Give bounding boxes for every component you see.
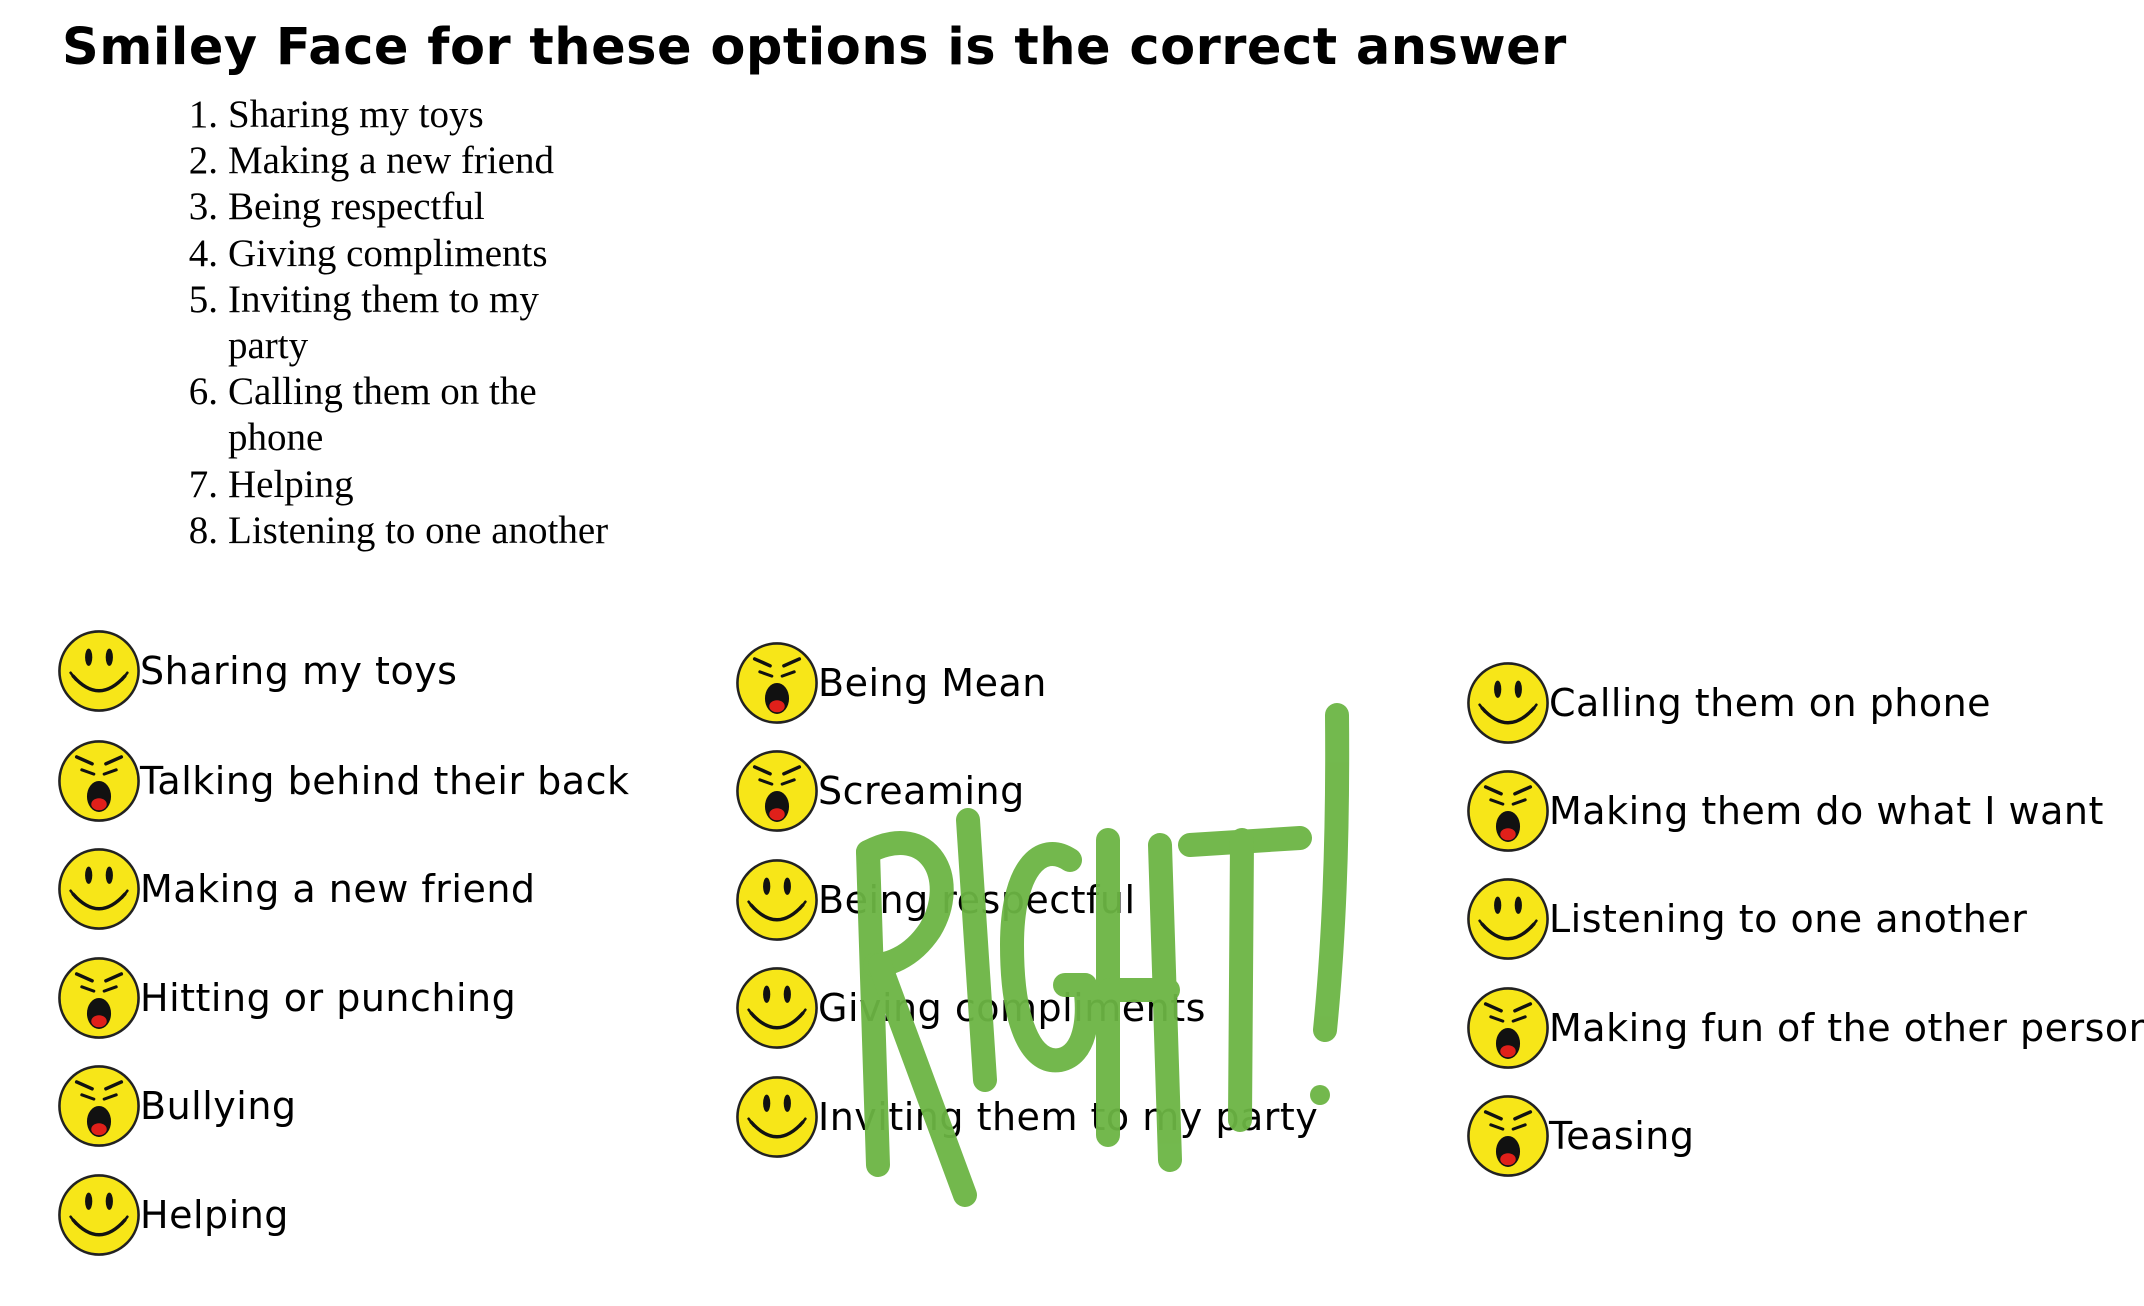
list-item: 1. Sharing my toys (188, 93, 484, 136)
option-making-them-do-what-i-want[interactable]: Making them do what I want (1465, 768, 2104, 854)
option-bullying[interactable]: Bullying (56, 1063, 297, 1149)
list-item: 7. Helping (188, 462, 354, 506)
angry-face-icon (734, 748, 820, 834)
happy-face-icon (1465, 876, 1551, 962)
happy-face-icon (734, 965, 820, 1051)
option-listening-to-one-another[interactable]: Listening to one another (1465, 876, 2027, 962)
list-item: 5. Inviting them to my party (188, 277, 539, 368)
happy-face-icon (56, 1172, 142, 1258)
option-helping[interactable]: Helping (56, 1172, 289, 1258)
option-being-respectful[interactable]: Being respectful (734, 857, 1136, 943)
happy-face-icon (56, 628, 142, 714)
list-item: 2. Making a new friend (188, 139, 554, 183)
option-hitting-or-punching[interactable]: Hitting or punching (56, 955, 516, 1041)
angry-face-icon (1465, 768, 1551, 854)
option-talking-behind-their-back[interactable]: Talking behind their back (56, 738, 629, 824)
list-item: 3. Being respectful (188, 185, 485, 229)
list-item: 6. Calling them on the phone (188, 370, 537, 460)
angry-face-icon (56, 955, 142, 1041)
list-item: 8. Listening to one another (188, 508, 609, 552)
option-sharing-my-toys[interactable]: Sharing my toys (56, 628, 457, 714)
option-screaming[interactable]: Screaming (734, 748, 1025, 834)
option-inviting-them-to-my-party[interactable]: Inviting them to my party (734, 1074, 1318, 1160)
angry-face-icon (734, 640, 820, 726)
happy-face-icon (734, 1074, 820, 1160)
happy-face-icon (56, 846, 142, 932)
list-item: 4. Giving compliments (188, 231, 548, 275)
angry-face-icon (56, 1063, 142, 1149)
option-teasing[interactable]: Teasing (1465, 1093, 1694, 1179)
angry-face-icon (1465, 1093, 1551, 1179)
happy-face-icon (1465, 660, 1551, 746)
correct-answers-list: 1. Sharing my toys 2. Making a new friend … (178, 92, 628, 554)
option-making-a-new-friend[interactable]: Making a new friend (56, 846, 536, 932)
option-making-fun-of-the-other-person[interactable]: Making fun of the other person (1465, 985, 2144, 1071)
page-title: Smiley Face for these options is the cor… (62, 18, 1567, 77)
angry-face-icon (56, 738, 142, 824)
happy-face-icon (734, 857, 820, 943)
option-calling-them-on-phone[interactable]: Calling them on phone (1465, 660, 1991, 746)
angry-face-icon (1465, 985, 1551, 1071)
option-being-mean[interactable]: Being Mean (734, 640, 1047, 726)
option-giving-compliments[interactable]: Giving compliments (734, 965, 1206, 1051)
